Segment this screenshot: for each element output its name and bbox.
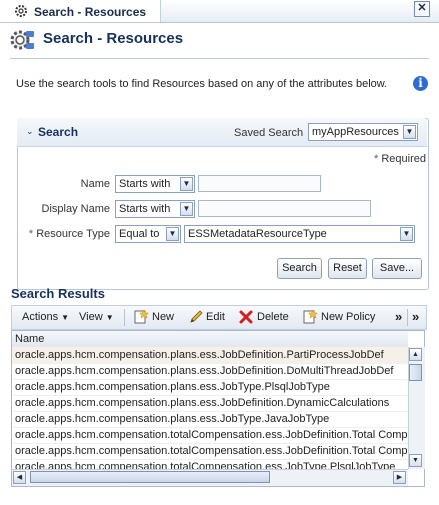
reset-button[interactable]: Reset (328, 258, 367, 279)
resource-type-label-text: Resource Type (36, 228, 110, 240)
toolbar-separator (124, 309, 125, 326)
close-icon[interactable]: ✕ (414, 1, 430, 17)
search-heading[interactable]: Search (38, 125, 78, 139)
save-button[interactable]: Save... (372, 258, 422, 279)
edit-button[interactable]: Edit (206, 311, 225, 323)
resource-type-operator-select[interactable]: Equal to ▼ (115, 225, 181, 243)
saved-search-value: myAppResources (312, 126, 399, 138)
gear-icon (15, 5, 27, 17)
tab-title: Search - Resources (34, 5, 147, 19)
table-row[interactable]: oracle.apps.hcm.compensation.plans.ess.J… (12, 395, 408, 412)
chevron-down-icon[interactable]: ▼ (180, 202, 193, 216)
gear-search-icon (10, 30, 34, 50)
chevron-down-icon[interactable]: ▼ (403, 125, 416, 139)
chevron-down-icon: ▼ (61, 313, 70, 322)
scroll-right-icon[interactable]: ▶ (393, 471, 406, 484)
saved-search-label: Saved Search (234, 127, 304, 139)
name-operator-value: Starts with (119, 178, 171, 190)
actions-menu[interactable]: Actions ▼ (22, 311, 69, 323)
view-label: View (79, 311, 103, 323)
resource-type-select[interactable]: ESSMetadataResourceType ▼ (184, 225, 415, 243)
column-header-name[interactable]: Name (15, 333, 44, 345)
display-name-label: Display Name (41, 203, 110, 215)
toolbar-separator (407, 309, 408, 326)
resource-type-operator-value: Equal to (119, 228, 160, 240)
name-input[interactable] (198, 175, 321, 192)
required-note: * Required (374, 153, 426, 165)
new-icon[interactable] (133, 309, 149, 325)
pencil-icon[interactable] (188, 309, 204, 325)
overflow-icon[interactable]: » (395, 309, 402, 324)
new-policy-button[interactable]: New Policy (321, 311, 375, 323)
table-row[interactable]: oracle.apps.hcm.compensation.plans.ess.J… (12, 347, 408, 364)
scroll-up-icon[interactable]: ▲ (409, 348, 422, 361)
saved-search-select[interactable]: myAppResources ▼ (308, 123, 418, 141)
display-name-input[interactable] (198, 200, 371, 217)
chevron-down-icon: ▼ (105, 313, 114, 322)
delete-button[interactable]: Delete (257, 311, 289, 323)
new-button[interactable]: New (152, 311, 174, 323)
display-name-operator-value: Starts with (119, 203, 171, 215)
chevron-down-icon[interactable]: ▼ (166, 227, 179, 241)
table-row[interactable]: oracle.apps.hcm.compensation.plans.ess.J… (12, 411, 408, 428)
table-header (12, 331, 408, 348)
name-operator-select[interactable]: Starts with ▼ (115, 175, 195, 193)
header-divider (10, 58, 429, 59)
scroll-down-icon[interactable]: ▼ (409, 454, 422, 467)
actions-label: Actions (22, 311, 59, 323)
horizontal-scroll-thumb[interactable] (30, 471, 270, 483)
chevron-down-icon[interactable]: ▼ (180, 177, 193, 191)
chevron-down-icon[interactable]: ▼ (400, 227, 413, 241)
info-icon[interactable]: i (413, 76, 428, 91)
vertical-scroll-thumb[interactable] (409, 364, 422, 381)
resource-type-value: ESSMetadataResourceType (188, 228, 327, 240)
page-description: Use the search tools to find Resources b… (16, 78, 388, 90)
view-menu[interactable]: View ▼ (79, 311, 114, 323)
scroll-left-icon[interactable]: ◀ (13, 471, 26, 484)
name-label: Name (80, 178, 110, 190)
search-button[interactable]: Search (277, 258, 322, 279)
new-policy-icon[interactable] (302, 309, 318, 325)
table-row[interactable]: oracle.apps.hcm.compensation.plans.ess.J… (12, 363, 408, 380)
table-row[interactable]: oracle.apps.hcm.compensation.totalCompen… (12, 427, 408, 444)
delete-icon[interactable] (238, 309, 254, 325)
resource-type-label: * Resource Type (28, 228, 110, 240)
table-row[interactable]: oracle.apps.hcm.compensation.plans.ess.J… (12, 379, 408, 396)
display-name-operator-select[interactable]: Starts with ▼ (115, 200, 195, 218)
search-results-heading: Search Results (11, 286, 105, 301)
table-row[interactable]: oracle.apps.hcm.compensation.totalCompen… (12, 443, 408, 460)
page-title: Search - Resources (43, 30, 184, 47)
required-label: Required (381, 153, 426, 165)
detach-icon[interactable]: » (412, 309, 419, 324)
collapse-icon[interactable]: ⌄ (26, 127, 35, 136)
